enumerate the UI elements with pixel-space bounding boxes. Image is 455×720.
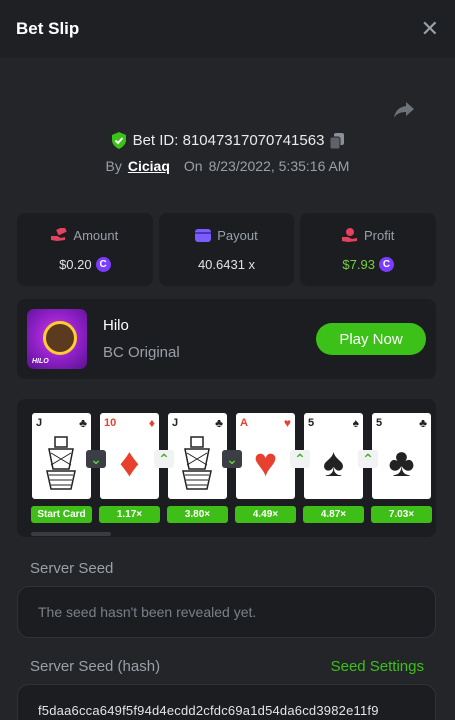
username-link[interactable]: Ciciaq	[128, 158, 170, 174]
server-seed-hash-label: Server Seed (hash)	[30, 658, 161, 675]
bet-byline: By Ciciaq On 8/23/2022, 5:35:16 AM	[0, 158, 455, 174]
card-pip: ♥	[253, 440, 278, 485]
card-suit: ♠	[352, 416, 359, 430]
wallet-icon	[195, 228, 212, 242]
profit-label: Profit	[364, 227, 395, 243]
card-history[interactable]: J ♣ 10 ♦ ♦ J ♣ A ♥ ♥ 5 ♠ ♠ 5 ♣ ♣ ⌄ ⌃ ⌄ ⌃ ⌃ Start Card 1.17× 3.8…	[17, 399, 436, 537]
multiplier-badge: 1.17×	[99, 506, 160, 523]
card-suit: ♥	[283, 416, 291, 430]
share-icon[interactable]	[393, 100, 415, 120]
card-pip: ♣	[388, 440, 415, 485]
lower-arrow-icon: ⌄	[86, 450, 106, 468]
card-suit: ♣	[419, 416, 427, 430]
modal-header: Bet Slip ✕	[0, 0, 455, 58]
playing-card: 10 ♦ ♦	[100, 413, 159, 499]
play-now-button[interactable]: Play Now	[316, 323, 426, 355]
amount-label: Amount	[73, 227, 119, 243]
horizontal-scrollbar[interactable]	[31, 532, 111, 536]
start-card-badge: Start Card	[31, 506, 92, 523]
card-suit: ♣	[215, 416, 223, 430]
card-rank: J	[36, 417, 43, 429]
multiplier-badge: 7.03×	[371, 506, 432, 523]
profit-value: $7.93	[342, 256, 375, 272]
bet-slip-modal: Bet Slip ✕ Bet ID: 81047317070741563 By …	[0, 0, 455, 720]
server-seed-field: The seed hasn't been revealed yet.	[17, 586, 436, 638]
bet-id-row: Bet ID: 81047317070741563	[0, 132, 455, 149]
seed-settings-link[interactable]: Seed Settings	[331, 658, 424, 675]
card-suit: ♣	[79, 416, 87, 430]
thumbnail-label: HILO	[32, 358, 49, 365]
profit-stat: Profit $7.93 C	[300, 213, 437, 286]
higher-arrow-icon: ⌃	[358, 450, 378, 468]
playing-card: J ♣	[32, 413, 91, 499]
coin-icon: C	[95, 256, 111, 272]
playing-card: 5 ♠ ♠	[304, 413, 363, 499]
game-subtitle: BC Original	[103, 344, 180, 361]
card-rank: J	[172, 417, 179, 429]
coin-icon: C	[378, 256, 394, 272]
server-seed-hash-field[interactable]: f5daa6cca649f5f94d4ecdd2cfdc69a1d54da6cd…	[17, 684, 436, 720]
playing-card: A ♥ ♥	[236, 413, 295, 499]
card-rank: 5	[308, 417, 315, 429]
modal-title: Bet Slip	[16, 19, 80, 38]
amount-value: $0.20	[59, 256, 92, 272]
hilo-thumbnail: HILO	[27, 309, 87, 369]
lower-arrow-icon: ⌄	[222, 450, 242, 468]
multiplier-badge: 4.49×	[235, 506, 296, 523]
multiplier-badge: 4.87×	[303, 506, 364, 523]
game-name: Hilo	[103, 317, 129, 334]
bet-stats: Amount $0.20 C Payout 40.6431 x Profit $…	[17, 213, 437, 286]
higher-arrow-icon: ⌃	[154, 450, 174, 468]
card-pip: ♦	[119, 440, 140, 485]
card-rank: A	[240, 417, 248, 429]
playing-card: 5 ♣ ♣	[372, 413, 431, 499]
card-rank: 10	[104, 417, 117, 429]
bet-id: Bet ID: 81047317070741563	[132, 132, 325, 149]
server-seed-label: Server Seed	[30, 560, 114, 577]
card-rank: 5	[376, 417, 383, 429]
modal-body: Bet ID: 81047317070741563 By Ciciaq On 8…	[0, 58, 455, 720]
money-hand-icon	[51, 228, 67, 241]
on-label: On	[183, 158, 203, 174]
playing-card: J ♣	[168, 413, 227, 499]
by-label: By	[105, 158, 122, 174]
card-suit: ♦	[148, 416, 155, 430]
payout-stat: Payout 40.6431 x	[158, 213, 295, 286]
payout-value: 40.6431 x	[197, 256, 256, 272]
amount-stat: Amount $0.20 C	[17, 213, 153, 286]
bet-datetime: 8/23/2022, 5:35:16 AM	[208, 158, 350, 174]
multiplier-badge: 3.80×	[167, 506, 228, 523]
jack-figure-icon	[46, 436, 76, 490]
payout-label: Payout	[217, 227, 258, 243]
copy-icon[interactable]	[330, 132, 345, 149]
verified-shield-icon	[111, 132, 126, 149]
mascot-icon	[43, 321, 77, 355]
close-icon[interactable]: ✕	[421, 18, 439, 40]
game-card: HILO Hilo BC Original Play Now	[17, 299, 436, 379]
card-pip: ♠	[322, 440, 345, 485]
higher-arrow-icon: ⌃	[290, 450, 310, 468]
profit-hand-icon	[342, 228, 357, 242]
jack-figure-icon	[182, 436, 212, 490]
